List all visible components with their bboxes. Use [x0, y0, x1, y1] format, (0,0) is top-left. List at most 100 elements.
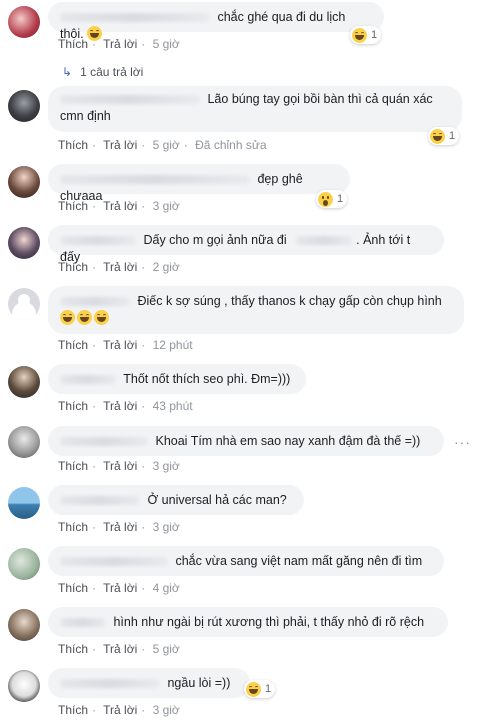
comment-text: chắc vừa sang việt nam mất găng nên đi t… [175, 554, 423, 568]
reply-link[interactable]: Trả lời [103, 459, 137, 473]
comment-bubble: Khoai Tím nhà em sao nay xanh đậm đà thế… [48, 426, 444, 456]
like-link[interactable]: Thích [58, 338, 88, 352]
comment-bubble: chắc ghé qua đi du lịch thôi. [48, 2, 384, 41]
reaction-badge[interactable]: 1 [350, 26, 382, 44]
timestamp[interactable]: 3 giờ [153, 459, 180, 473]
like-link[interactable]: Thích [58, 199, 88, 213]
reply-count: 1 câu trả lời [80, 65, 144, 79]
comment-text: Điếc k sợ súng , thấy thanos k chạy gấp … [137, 294, 442, 308]
commenter-name[interactable] [60, 175, 250, 185]
avatar[interactable] [8, 548, 40, 580]
commenter-name[interactable] [60, 236, 136, 246]
timestamp[interactable]: 5 giờ [153, 138, 180, 152]
comment-actions: Thích · Trả lời · 3 giờ [58, 703, 180, 717]
timestamp[interactable]: 5 giờ [153, 37, 180, 51]
reply-link[interactable]: Trả lời [103, 703, 137, 717]
like-link[interactable]: Thích [58, 399, 88, 413]
like-link[interactable]: Thích [58, 642, 88, 656]
reaction-count: 1 [371, 29, 378, 41]
comment-actions: Thích · Trả lời · 4 giờ [58, 581, 180, 595]
reply-link[interactable]: Trả lời [103, 37, 137, 51]
avatar[interactable] [8, 670, 40, 702]
commenter-name[interactable] [60, 297, 130, 307]
comment-bubble: Thốt nốt thích seo phì. Đm=))) [48, 364, 306, 394]
comment-bubble: Lão búng tay gọi bồi bàn thì cả quán xác… [48, 86, 462, 132]
comment-bubble: Ở universal hả các man? [48, 485, 304, 515]
view-replies-link[interactable]: ↳ 1 câu trả lời [62, 65, 143, 79]
comment-bubble: Điếc k sợ súng , thấy thanos k chạy gấp … [48, 286, 464, 334]
like-link[interactable]: Thích [58, 260, 88, 274]
haha-emoji-icon [246, 681, 261, 697]
avatar[interactable] [8, 487, 40, 519]
haha-emoji-icon [94, 310, 109, 325]
commenter-name[interactable] [60, 95, 200, 105]
avatar[interactable] [8, 90, 40, 122]
avatar[interactable] [8, 609, 40, 641]
commenter-name[interactable] [60, 618, 106, 628]
haha-emoji-icon [430, 128, 445, 144]
comment-bubble: Dấy cho m gọi ảnh nữa đi . Ảnh tới t đấy [48, 225, 444, 264]
like-link[interactable]: Thích [58, 703, 88, 717]
like-link[interactable]: Thích [58, 459, 88, 473]
comment-text: Khoai Tím nhà em sao nay xanh đậm đà thế… [155, 434, 421, 448]
timestamp[interactable]: 2 giờ [153, 260, 180, 274]
comment-actions: Thích · Trả lời · 43 phút [58, 399, 193, 413]
comment-actions: Thích · Trả lời · 2 giờ [58, 260, 180, 274]
commenter-name[interactable] [60, 496, 140, 506]
commenter-name[interactable] [60, 557, 168, 567]
timestamp[interactable]: 4 giờ [153, 581, 180, 595]
avatar[interactable] [8, 166, 40, 198]
comment-bubble: đẹp ghê chưaaa [48, 164, 350, 203]
avatar[interactable] [8, 426, 40, 458]
like-link[interactable]: Thích [58, 520, 88, 534]
edited-label[interactable]: Đã chỉnh sửa [195, 138, 266, 152]
comment-actions: Thích · Trả lời · 3 giờ [58, 520, 180, 534]
comment-actions: Thích · Trả lời · 3 giờ [58, 459, 180, 473]
reaction-count: 1 [265, 683, 272, 695]
commenter-name[interactable] [60, 13, 210, 23]
reply-link[interactable]: Trả lời [103, 520, 137, 534]
reply-link[interactable]: Trả lời [103, 199, 137, 213]
haha-emoji-icon [60, 310, 75, 325]
avatar[interactable] [8, 366, 40, 398]
commenter-name[interactable] [60, 437, 148, 447]
comment-actions: Thích · Trả lời · 5 giờ [58, 642, 180, 656]
avatar[interactable] [8, 288, 40, 320]
reply-link[interactable]: Trả lời [103, 399, 137, 413]
comment-text: Dấy cho m gọi ảnh nữa đi [143, 233, 287, 247]
comment-actions: Thích · Trả lời · 3 giờ [58, 199, 180, 213]
reply-link[interactable]: Trả lời [103, 338, 137, 352]
timestamp[interactable]: 3 giờ [153, 520, 180, 534]
timestamp[interactable]: 43 phút [153, 399, 193, 413]
timestamp[interactable]: 12 phút [153, 338, 193, 352]
reaction-count: 1 [337, 193, 344, 205]
timestamp[interactable]: 5 giờ [153, 642, 180, 656]
avatar[interactable] [8, 6, 40, 38]
reaction-badge[interactable]: 1 [428, 127, 460, 145]
comment-bubble: ngầu lòi =)) [48, 668, 250, 698]
more-options-icon[interactable]: ··· [454, 434, 471, 450]
reaction-badge[interactable]: 1 [316, 190, 348, 208]
haha-emoji-icon [77, 310, 92, 325]
reaction-badge[interactable]: 1 [244, 680, 276, 698]
comment-text: Ở universal hả các man? [147, 493, 287, 507]
comment-text: Thốt nốt thích seo phì. Đm=))) [123, 372, 291, 386]
like-link[interactable]: Thích [58, 138, 88, 152]
reply-link[interactable]: Trả lời [103, 642, 137, 656]
mentioned-name[interactable] [296, 236, 353, 246]
timestamp[interactable]: 3 giờ [153, 199, 180, 213]
comment-bubble: chắc vừa sang việt nam mất găng nên đi t… [48, 546, 444, 576]
like-link[interactable]: Thích [58, 37, 88, 51]
reply-link[interactable]: Trả lời [103, 581, 137, 595]
avatar[interactable] [8, 227, 40, 259]
reply-link[interactable]: Trả lời [103, 260, 137, 274]
reply-arrow-icon: ↳ [62, 65, 73, 79]
timestamp[interactable]: 3 giờ [153, 703, 180, 717]
commenter-name[interactable] [60, 375, 116, 385]
reply-link[interactable]: Trả lời [103, 138, 137, 152]
comment-actions: Thích · Trả lời · 5 giờ [58, 37, 180, 51]
wow-emoji-icon [318, 191, 333, 207]
commenter-name[interactable] [60, 679, 160, 689]
like-link[interactable]: Thích [58, 581, 88, 595]
reaction-count: 1 [449, 130, 456, 142]
